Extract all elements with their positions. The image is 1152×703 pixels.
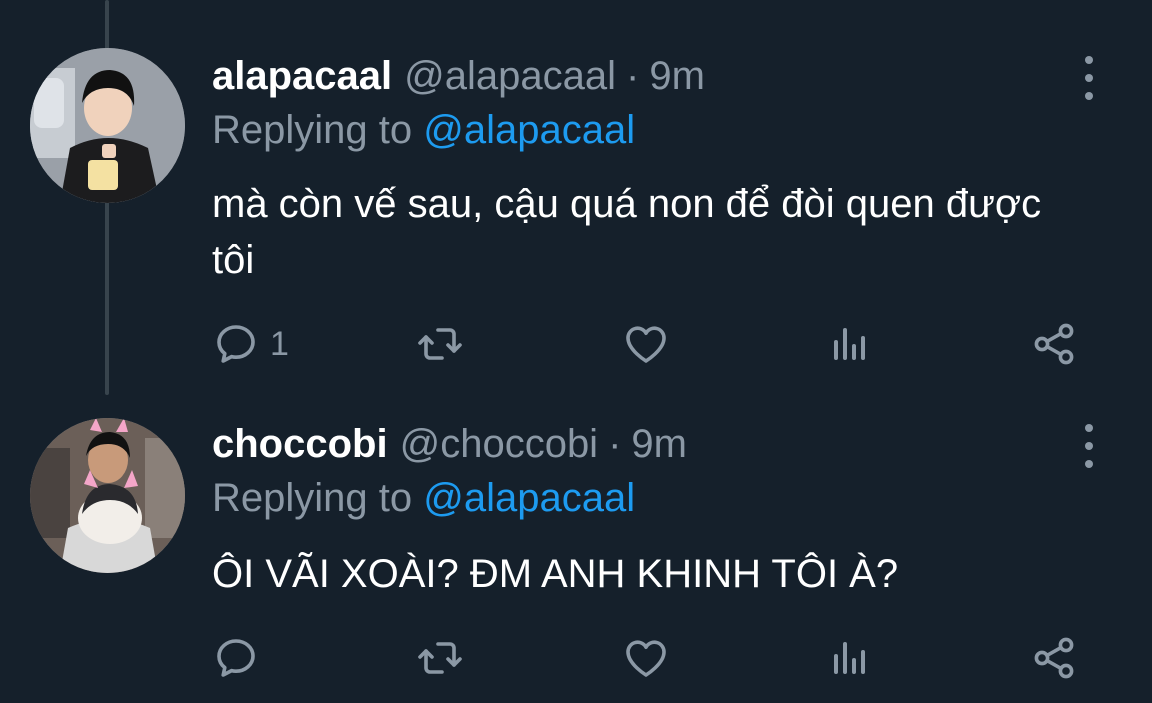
tweet[interactable]: choccobi @choccobi · 9m Replying to @ala…	[0, 400, 1152, 703]
share-icon	[1030, 634, 1078, 682]
replying-label: Replying to	[212, 476, 413, 520]
replying-to-handle[interactable]: @alapacaal	[423, 476, 635, 520]
more-icon[interactable]	[1078, 424, 1100, 468]
views-button[interactable]	[826, 314, 874, 374]
display-name[interactable]: choccobi	[212, 418, 388, 470]
replying-label: Replying to	[212, 108, 413, 152]
action-bar	[0, 628, 1152, 688]
retweet-button[interactable]	[416, 314, 464, 374]
heart-icon	[622, 320, 670, 368]
share-button[interactable]	[1030, 314, 1078, 374]
tweet[interactable]: alapacaal @alapacaal · 9m Replying to @a…	[0, 0, 1152, 400]
tweet-text: mà còn vế sau, cậu quá non để đòi quen đ…	[212, 182, 1042, 282]
display-name[interactable]: alapacaal	[212, 50, 392, 102]
reply-button[interactable]	[212, 628, 270, 688]
retweet-button[interactable]	[416, 628, 464, 688]
avatar[interactable]	[30, 48, 185, 203]
action-bar: 1	[0, 314, 1152, 374]
like-button[interactable]	[622, 314, 670, 374]
views-icon	[826, 634, 874, 682]
separator: ·	[608, 422, 622, 466]
heart-icon	[622, 634, 670, 682]
timestamp[interactable]: 9m	[649, 50, 705, 102]
share-button[interactable]	[1030, 628, 1078, 688]
reply-icon	[212, 320, 260, 368]
tweet-text: ÔI VÃI XOÀI? ĐM ANH KHINH TÔI À?	[212, 552, 899, 596]
more-icon[interactable]	[1078, 56, 1100, 100]
tweet-header: alapacaal @alapacaal · 9m	[212, 50, 705, 102]
tweet-header: choccobi @choccobi · 9m	[212, 418, 687, 470]
reply-icon	[212, 634, 260, 682]
retweet-icon	[416, 320, 464, 368]
reply-button[interactable]: 1	[212, 314, 289, 374]
replying-to-handle[interactable]: @alapacaal	[423, 108, 635, 152]
like-button[interactable]	[622, 628, 670, 688]
timeline: alapacaal @alapacaal · 9m Replying to @a…	[0, 0, 1152, 703]
retweet-icon	[416, 634, 464, 682]
handle[interactable]: @alapacaal	[404, 50, 616, 102]
reply-count: 1	[270, 324, 289, 363]
avatar[interactable]	[30, 418, 185, 573]
share-icon	[1030, 320, 1078, 368]
views-icon	[826, 320, 874, 368]
replying-to: Replying to @alapacaal	[212, 472, 635, 524]
separator: ·	[626, 54, 640, 98]
views-button[interactable]	[826, 628, 874, 688]
replying-to: Replying to @alapacaal	[212, 104, 635, 156]
timestamp[interactable]: 9m	[631, 418, 687, 470]
handle[interactable]: @choccobi	[400, 418, 598, 470]
